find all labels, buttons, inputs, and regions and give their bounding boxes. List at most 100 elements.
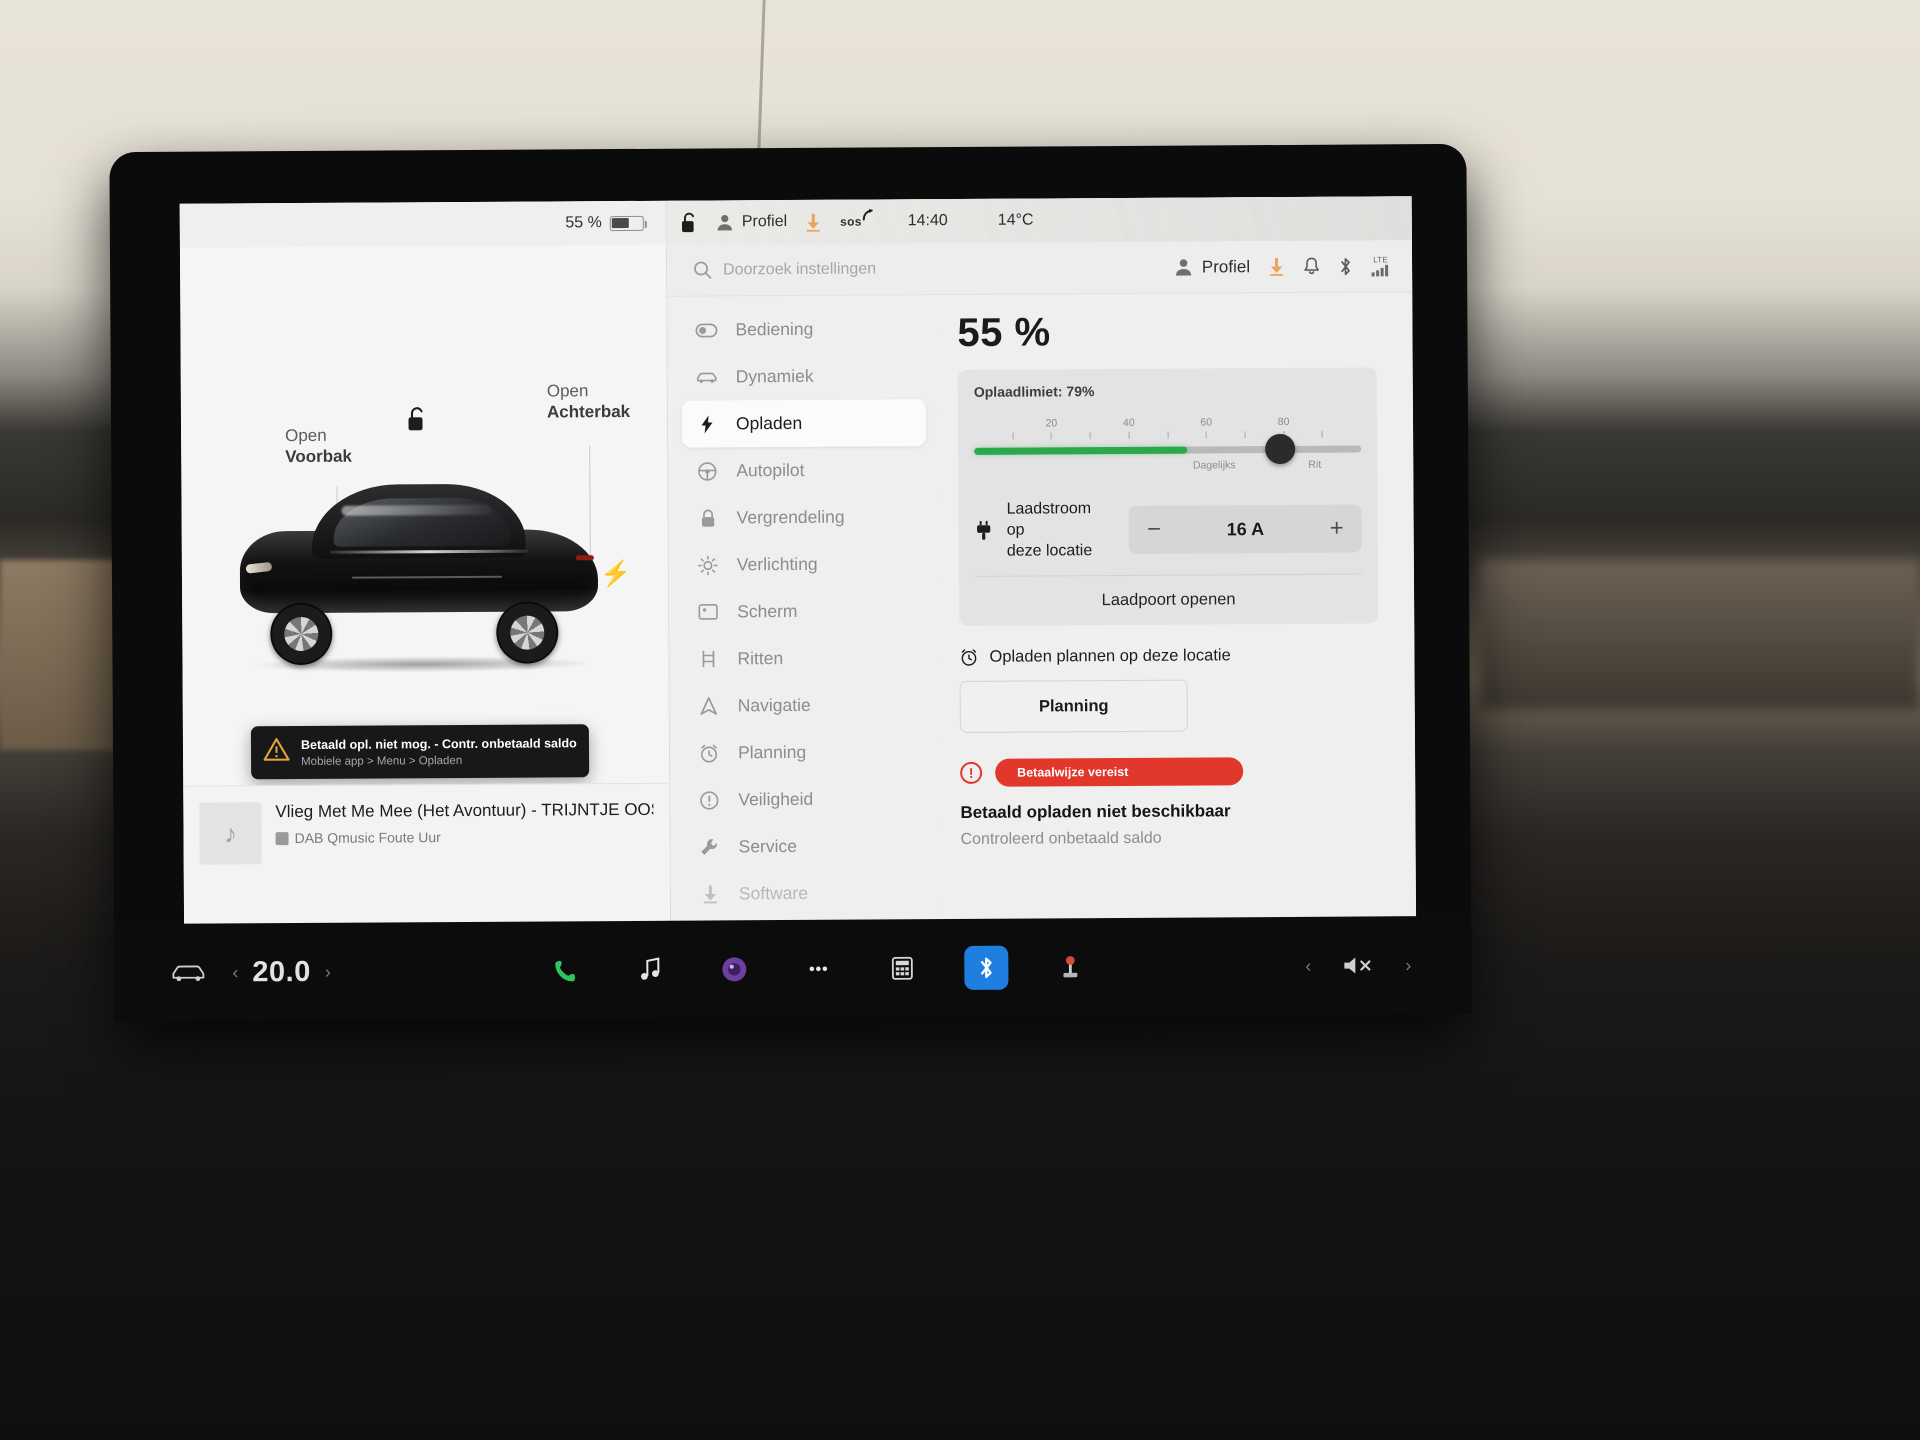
car-front-icon[interactable] xyxy=(170,962,206,984)
sidebar-item-label: Dynamiek xyxy=(735,365,814,387)
charge-limit-slider[interactable]: 20 40 60 80 Dagelijks Rit xyxy=(974,416,1362,482)
calculator-app-icon[interactable] xyxy=(880,946,924,990)
bluetooth-app-icon[interactable] xyxy=(963,945,1009,990)
alert-circle-icon: ! xyxy=(960,762,983,785)
cabin-temperature-value[interactable]: 20.0 xyxy=(252,955,311,988)
sidebar-item-navigatie[interactable]: Navigatie xyxy=(684,681,928,729)
bluetooth-icon[interactable] xyxy=(1338,256,1353,276)
sidebar-item-verlichting[interactable]: Verlichting xyxy=(683,540,927,588)
dab-icon xyxy=(275,831,289,845)
music-note-icon: ♪ xyxy=(199,802,262,865)
vehicle-status-bar: 55 % xyxy=(179,200,666,248)
front-trunk-line1: Open xyxy=(285,425,327,446)
open-rear-trunk-label[interactable]: Open Achterbak xyxy=(547,380,630,423)
search-field-wrap[interactable] xyxy=(693,258,1162,280)
settings-menu: Bediening Dynamiek Opladen Autopilot Ver… xyxy=(667,295,944,961)
lte-signal-icon[interactable]: LTE xyxy=(1371,255,1390,277)
lightning-bolt-icon xyxy=(696,414,718,434)
settings-profile-button[interactable]: Profiel xyxy=(1174,257,1250,277)
increase-current-button[interactable]: + xyxy=(1330,515,1344,542)
sidebar-item-vergrendeling[interactable]: Vergrendeling xyxy=(682,493,926,541)
payment-required-badge[interactable]: Betaalwijze vereist xyxy=(995,757,1244,788)
unlocked-padlock-icon[interactable] xyxy=(407,406,427,432)
battery-percent-label: 55 % xyxy=(565,214,602,232)
sidebar-item-label: Opladen xyxy=(735,412,803,434)
temperature-decrease-button[interactable]: ‹ xyxy=(232,962,238,983)
steering-wheel-icon xyxy=(696,461,718,481)
sidebar-item-service[interactable]: Service xyxy=(684,822,928,870)
rear-trunk-line2: Achterbak xyxy=(546,402,631,422)
settings-profile-label: Profiel xyxy=(1201,256,1251,276)
sidebar-item-autopilot[interactable]: Autopilot xyxy=(682,446,926,494)
music-app-icon[interactable] xyxy=(628,948,672,992)
dock-right-chevron[interactable]: › xyxy=(1405,955,1411,976)
sidebar-item-software[interactable]: Software xyxy=(685,869,929,917)
info-circle-icon xyxy=(698,790,720,810)
open-front-trunk-label[interactable]: Open Voorbak xyxy=(285,425,352,468)
charge-limit-label: Oplaadlimiet: 79% xyxy=(973,383,1095,400)
schedule-charging-label: Opladen plannen op deze locatie xyxy=(989,646,1231,667)
slider-ticks: 20 40 60 80 xyxy=(974,416,1361,444)
sidebar-item-opladen[interactable]: Opladen xyxy=(681,399,927,448)
phone-app-icon[interactable] xyxy=(544,948,588,992)
track-title: Vlieg Met Me Mee (Het Avontuur) - TRIJNT… xyxy=(275,799,654,822)
download-arrow-icon[interactable] xyxy=(1268,257,1285,276)
dashboard-trim-right xyxy=(1480,560,1920,710)
vehicle-stage: Open Voorbak Open Achterbak ⚡ xyxy=(180,245,669,786)
status-lock-icon[interactable] xyxy=(681,212,698,234)
bottom-dock: ‹ 20.0 › ‹ › xyxy=(114,915,1472,1023)
charge-current-unit: A xyxy=(1250,518,1265,539)
battery-icon xyxy=(609,215,644,231)
camera-app-icon[interactable] xyxy=(712,947,756,991)
toast-title: Betaald opl. niet mog. - Contr. onbetaal… xyxy=(300,736,577,752)
sidebar-item-label: Planning xyxy=(737,741,807,763)
mute-speaker-icon[interactable] xyxy=(1341,953,1375,977)
person-icon xyxy=(1175,259,1192,276)
decrease-current-button[interactable]: − xyxy=(1147,516,1161,543)
lte-label: LTE xyxy=(1373,255,1388,265)
sidebar-item-dynamiek[interactable]: Dynamiek xyxy=(682,352,926,400)
slider-tick-mark xyxy=(1012,432,1014,440)
schedule-charging-row: Opladen plannen op deze locatie xyxy=(959,646,1378,668)
open-charge-port-button[interactable]: Laadpoort openen xyxy=(974,573,1363,627)
bell-icon[interactable] xyxy=(1303,257,1320,276)
slider-range-labels: Dagelijks Rit xyxy=(974,459,1361,477)
dock-left-chevron[interactable]: ‹ xyxy=(1305,955,1311,976)
charging-content: 55 % Oplaadlimiet: 79% 20 40 60 80 Dagelijk… xyxy=(939,292,1416,959)
settings-header: Profiel LTE xyxy=(666,240,1413,297)
vehicle-illustration[interactable] xyxy=(233,475,604,674)
planning-button[interactable]: Planning xyxy=(959,679,1188,734)
sidebar-item-label: Software xyxy=(738,882,809,904)
plug-icon xyxy=(975,520,993,542)
joystick-app-icon[interactable] xyxy=(1048,945,1092,989)
rear-wheel xyxy=(496,601,559,664)
search-input[interactable] xyxy=(723,258,1044,279)
notification-toast[interactable]: Betaald opl. niet mog. - Contr. onbetaal… xyxy=(250,723,590,780)
charge-limit-card: Oplaadlimiet: 79% 20 40 60 80 Dagelijks Rit xyxy=(957,367,1379,627)
sidebar-item-bediening[interactable]: Bediening xyxy=(681,305,925,353)
wall-seam xyxy=(757,0,766,151)
sidebar-item-scherm[interactable]: Scherm xyxy=(683,587,927,635)
sidebar-item-label: Navigatie xyxy=(737,694,811,716)
system-status-bar: Profiel sos 14:40 14°C xyxy=(667,196,1412,245)
apps-grid-icon[interactable] xyxy=(796,947,840,991)
slider-track[interactable] xyxy=(974,445,1362,455)
dock-app-icons xyxy=(331,944,1306,994)
navigation-arrow-icon xyxy=(698,696,720,715)
slider-tick-mark xyxy=(1050,432,1053,440)
sidebar-item-ritten[interactable]: Ritten xyxy=(683,634,927,682)
clock-label: 14:40 xyxy=(907,212,948,230)
status-profile-button[interactable]: Profiel xyxy=(716,213,787,231)
search-icon xyxy=(693,260,712,279)
sos-button[interactable]: sos xyxy=(840,208,873,231)
slider-tick-number: 60 xyxy=(1200,416,1213,429)
download-arrow-icon[interactable] xyxy=(805,212,822,232)
settings-header-actions: Profiel LTE xyxy=(1174,255,1390,277)
sidebar-item-veiligheid[interactable]: Veiligheid xyxy=(684,775,928,823)
payment-alert-row: ! Betaalwijze vereist xyxy=(960,757,1379,788)
sidebar-item-label: Vergrendeling xyxy=(736,506,845,528)
sidebar-item-planning[interactable]: Planning xyxy=(684,728,928,776)
state-of-charge-heading: 55 % xyxy=(957,310,1051,355)
sun-icon xyxy=(697,555,719,575)
charge-port-bolt-icon: ⚡ xyxy=(599,559,632,589)
